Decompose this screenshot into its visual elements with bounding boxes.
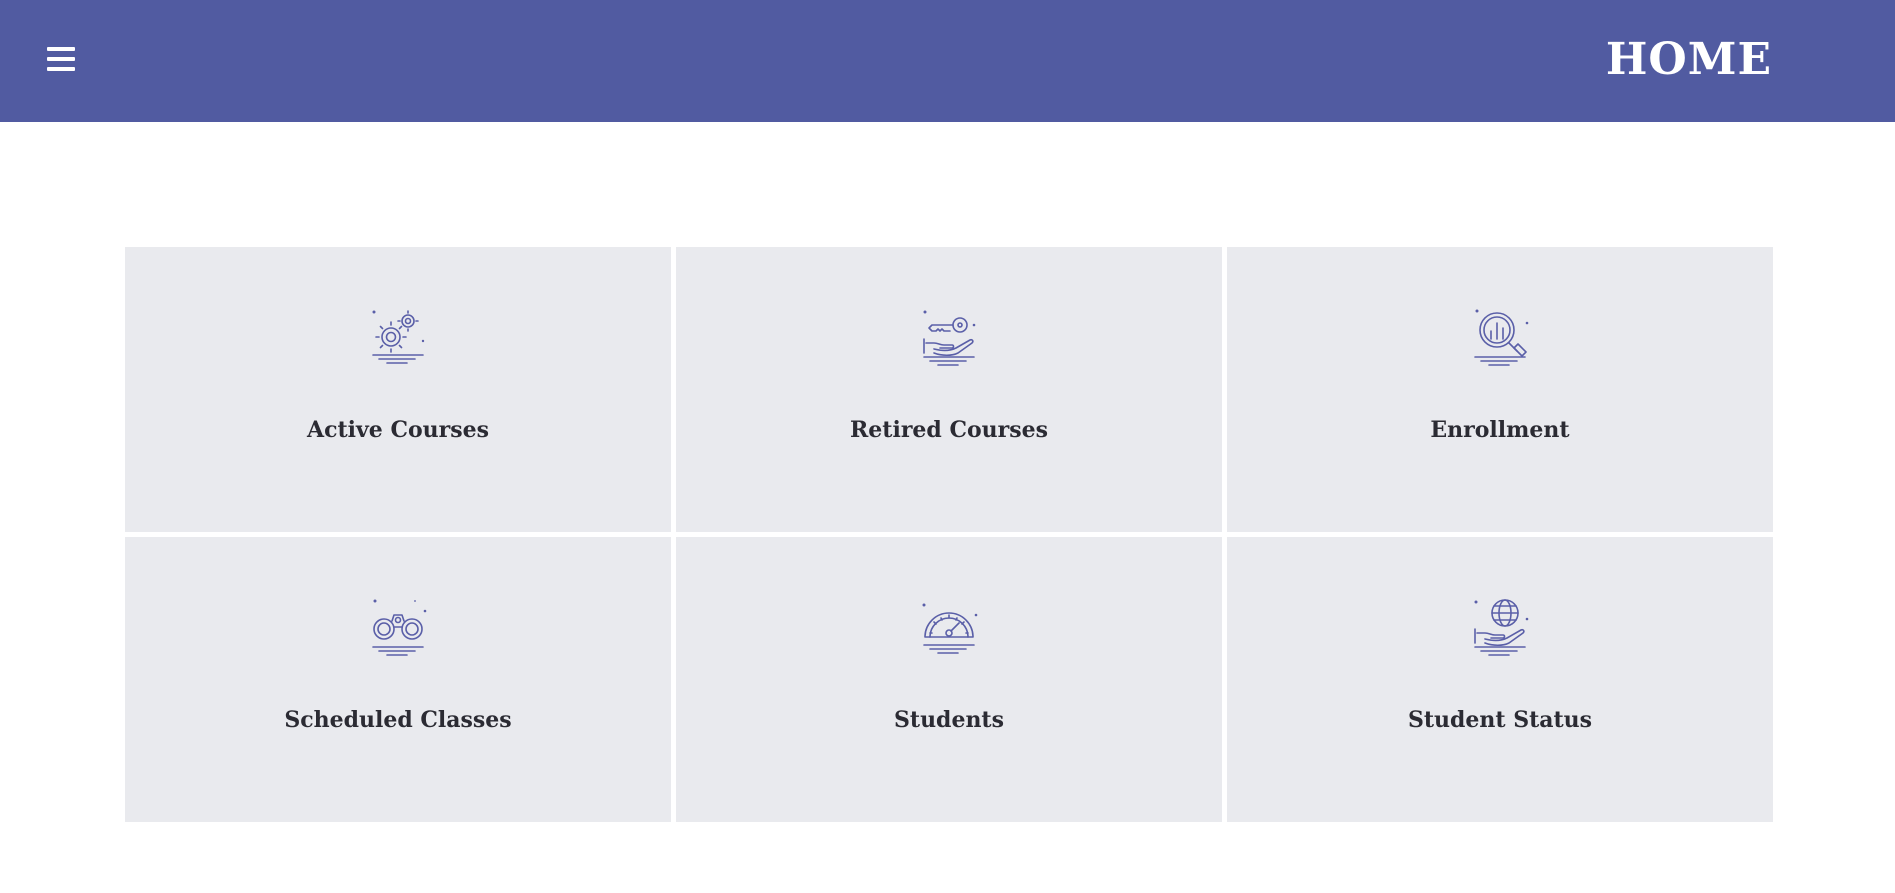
tile-label: Student Status xyxy=(1407,707,1593,733)
tile-active-courses[interactable]: Active Courses xyxy=(125,247,671,532)
magnifier-chart-icon xyxy=(1467,303,1533,369)
page-title: HOME xyxy=(1605,34,1772,85)
tile-label: Students xyxy=(894,707,1004,733)
top-app-bar: HOME xyxy=(0,0,1895,122)
tile-retired-courses[interactable]: Retired Courses xyxy=(676,247,1222,532)
tile-label: Enrollment xyxy=(1430,417,1570,443)
tile-label: Active Courses xyxy=(307,417,489,443)
speedometer-icon xyxy=(916,593,982,659)
menu-bar-line xyxy=(47,57,75,61)
hand-key-icon xyxy=(916,303,982,369)
menu-bar-line xyxy=(47,47,75,51)
binoculars-icon xyxy=(365,593,431,659)
tile-scheduled-classes[interactable]: Scheduled Classes xyxy=(125,537,671,822)
hamburger-menu-icon[interactable] xyxy=(47,47,79,75)
menu-bar-line xyxy=(47,67,75,71)
tile-label: Retired Courses xyxy=(850,417,1048,443)
tile-students[interactable]: Students xyxy=(676,537,1222,822)
tile-enrollment[interactable]: Enrollment xyxy=(1227,247,1773,532)
gears-icon xyxy=(365,303,431,369)
dashboard-tile-grid: Active Courses Retired Courses Enrollmen… xyxy=(125,247,1774,822)
tile-student-status[interactable]: Student Status xyxy=(1227,537,1773,822)
tile-label: Scheduled Classes xyxy=(284,707,512,733)
hand-globe-icon xyxy=(1467,593,1533,659)
